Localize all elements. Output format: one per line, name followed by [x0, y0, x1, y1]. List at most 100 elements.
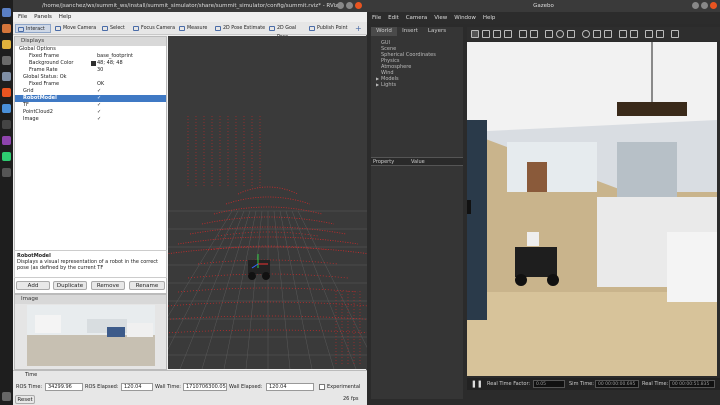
cylinder-icon[interactable] [567, 30, 575, 38]
app-icon[interactable] [2, 104, 11, 113]
measure-tool[interactable]: Measure [177, 24, 213, 33]
copy-icon[interactable] [619, 30, 627, 38]
focus-camera-tool[interactable]: Focus Camera [131, 24, 179, 33]
image-panel-title: Image [15, 295, 166, 304]
window-title: Gazebo [367, 0, 720, 12]
expand-icon[interactable]: ▶ [376, 76, 379, 81]
tree-row[interactable]: PointCloud2 ✓ [15, 109, 166, 116]
laser-arc [225, 196, 311, 205]
menu-view[interactable]: View [434, 15, 447, 21]
maximize-icon[interactable] [701, 2, 708, 9]
spot-light-icon[interactable] [593, 30, 601, 38]
tree-row[interactable]: Fixed Frame OK [15, 81, 166, 88]
menu-help[interactable]: Help [483, 15, 496, 21]
color-swatch [91, 61, 96, 66]
tree-row[interactable]: Image ✓ [15, 116, 166, 123]
rename-button[interactable]: Rename [129, 281, 165, 290]
laser-arc [237, 186, 299, 195]
time-panel: Time ROS Time: 34299.96 ROS Elapsed: 120… [13, 370, 367, 405]
add-tool-icon[interactable]: + [355, 25, 362, 33]
paste-icon[interactable] [630, 30, 638, 38]
menu-panels[interactable]: Panels [34, 14, 52, 20]
tree-row[interactable]: TF ✓ [15, 102, 166, 109]
translate-icon[interactable] [482, 30, 490, 38]
tree-row[interactable]: Grid ✓ [15, 88, 166, 95]
maximize-icon[interactable] [346, 2, 353, 9]
ros-elapsed-field: 120.04 [121, 383, 153, 391]
tab-world[interactable]: World [371, 27, 397, 36]
rotate-icon[interactable] [493, 30, 501, 38]
laser-arc [157, 315, 379, 321]
app-icon[interactable] [2, 88, 11, 97]
experimental-checkbox[interactable] [319, 384, 325, 390]
point-light-icon[interactable] [582, 30, 590, 38]
app-icon[interactable] [2, 40, 11, 49]
reset-button[interactable]: Reset [15, 395, 35, 404]
pause-icon[interactable]: ❚❚ [471, 378, 483, 390]
minimize-icon[interactable] [692, 2, 699, 9]
tab-insert[interactable]: Insert [397, 27, 423, 36]
remove-button[interactable]: Remove [91, 281, 125, 290]
real-time-label: Real Time: [642, 381, 669, 387]
app-icon[interactable] [2, 24, 11, 33]
scale-icon[interactable] [504, 30, 512, 38]
screenshot-icon[interactable] [671, 30, 679, 38]
directional-light-icon[interactable] [604, 30, 612, 38]
toolbar: Interact Move Camera Select Focus Camera… [13, 22, 367, 40]
menu-camera[interactable]: Camera [406, 15, 428, 21]
pose-estimate-tool[interactable]: 2D Pose Estimate [213, 24, 269, 33]
panel-collapse-handle[interactable] [467, 200, 471, 214]
box-icon[interactable] [545, 30, 553, 38]
scene-render [467, 42, 717, 376]
tree-row-selected[interactable]: RobotModel ✓ [15, 95, 166, 102]
app-icon[interactable] [2, 120, 11, 129]
rviz-window: /home/jsanchez/ws/summit_ws/install/summ… [13, 0, 389, 405]
gazebo-scene[interactable] [467, 42, 717, 376]
sphere-icon[interactable] [556, 30, 564, 38]
window-title: /home/jsanchez/ws/summit_ws/install/summ… [13, 0, 367, 12]
add-button[interactable]: Add [16, 281, 50, 290]
menu-edit[interactable]: Edit [388, 15, 399, 21]
tree-row[interactable]: Global Status: Ok [15, 74, 166, 81]
close-icon[interactable] [710, 2, 717, 9]
description-text: Displays a visual representation of a ro… [17, 259, 159, 271]
menu-window[interactable]: Window [454, 15, 476, 21]
app-icon[interactable] [2, 8, 11, 17]
show-apps-icon[interactable] [2, 392, 11, 401]
undo-icon[interactable] [519, 30, 527, 38]
wall-time-field: 1710706300.05 [183, 383, 227, 391]
align-icon[interactable] [645, 30, 653, 38]
app-icon[interactable] [2, 72, 11, 81]
snap-icon[interactable] [656, 30, 664, 38]
app-icon[interactable] [2, 168, 11, 177]
menu-help[interactable]: Help [59, 14, 72, 20]
interact-tool[interactable]: Interact [15, 24, 51, 33]
tree-row[interactable]: Fixed Frame base_footprint [15, 53, 166, 60]
redo-icon[interactable] [530, 30, 538, 38]
close-icon[interactable] [355, 2, 362, 9]
tree-row[interactable]: Frame Rate 30 [15, 67, 166, 74]
select-tool[interactable]: Select [100, 24, 132, 33]
move-camera-tool[interactable]: Move Camera [53, 24, 99, 33]
minimize-icon[interactable] [337, 2, 344, 9]
app-icon[interactable] [2, 136, 11, 145]
menu-file[interactable]: File [372, 15, 381, 21]
menu-file[interactable]: File [18, 14, 27, 20]
real-time-field: 00 00:00:51.835 [669, 380, 715, 388]
expand-icon[interactable]: ▶ [376, 82, 379, 87]
launcher-bar [0, 0, 13, 405]
publish-point-tool[interactable]: Publish Point [307, 24, 351, 33]
tree-row[interactable]: Global Options [15, 46, 166, 53]
select-mode-icon[interactable] [471, 30, 479, 38]
duplicate-button[interactable]: Duplicate [53, 281, 87, 290]
app-icon[interactable] [2, 152, 11, 161]
world-item[interactable]: Lights [381, 82, 396, 88]
pointcloud-view [135, 116, 389, 370]
3d-view[interactable] [135, 36, 389, 370]
tab-layers[interactable]: Layers [423, 27, 451, 36]
tree-row[interactable]: Background Color 48; 48; 48 [15, 60, 166, 67]
goal-pose-tool[interactable]: 2D Goal Pose [267, 24, 307, 40]
experimental-label: Experimental [327, 384, 361, 390]
app-icon[interactable] [2, 56, 11, 65]
gazebo-window: Gazebo File Edit Camera View Window Help… [367, 0, 720, 405]
